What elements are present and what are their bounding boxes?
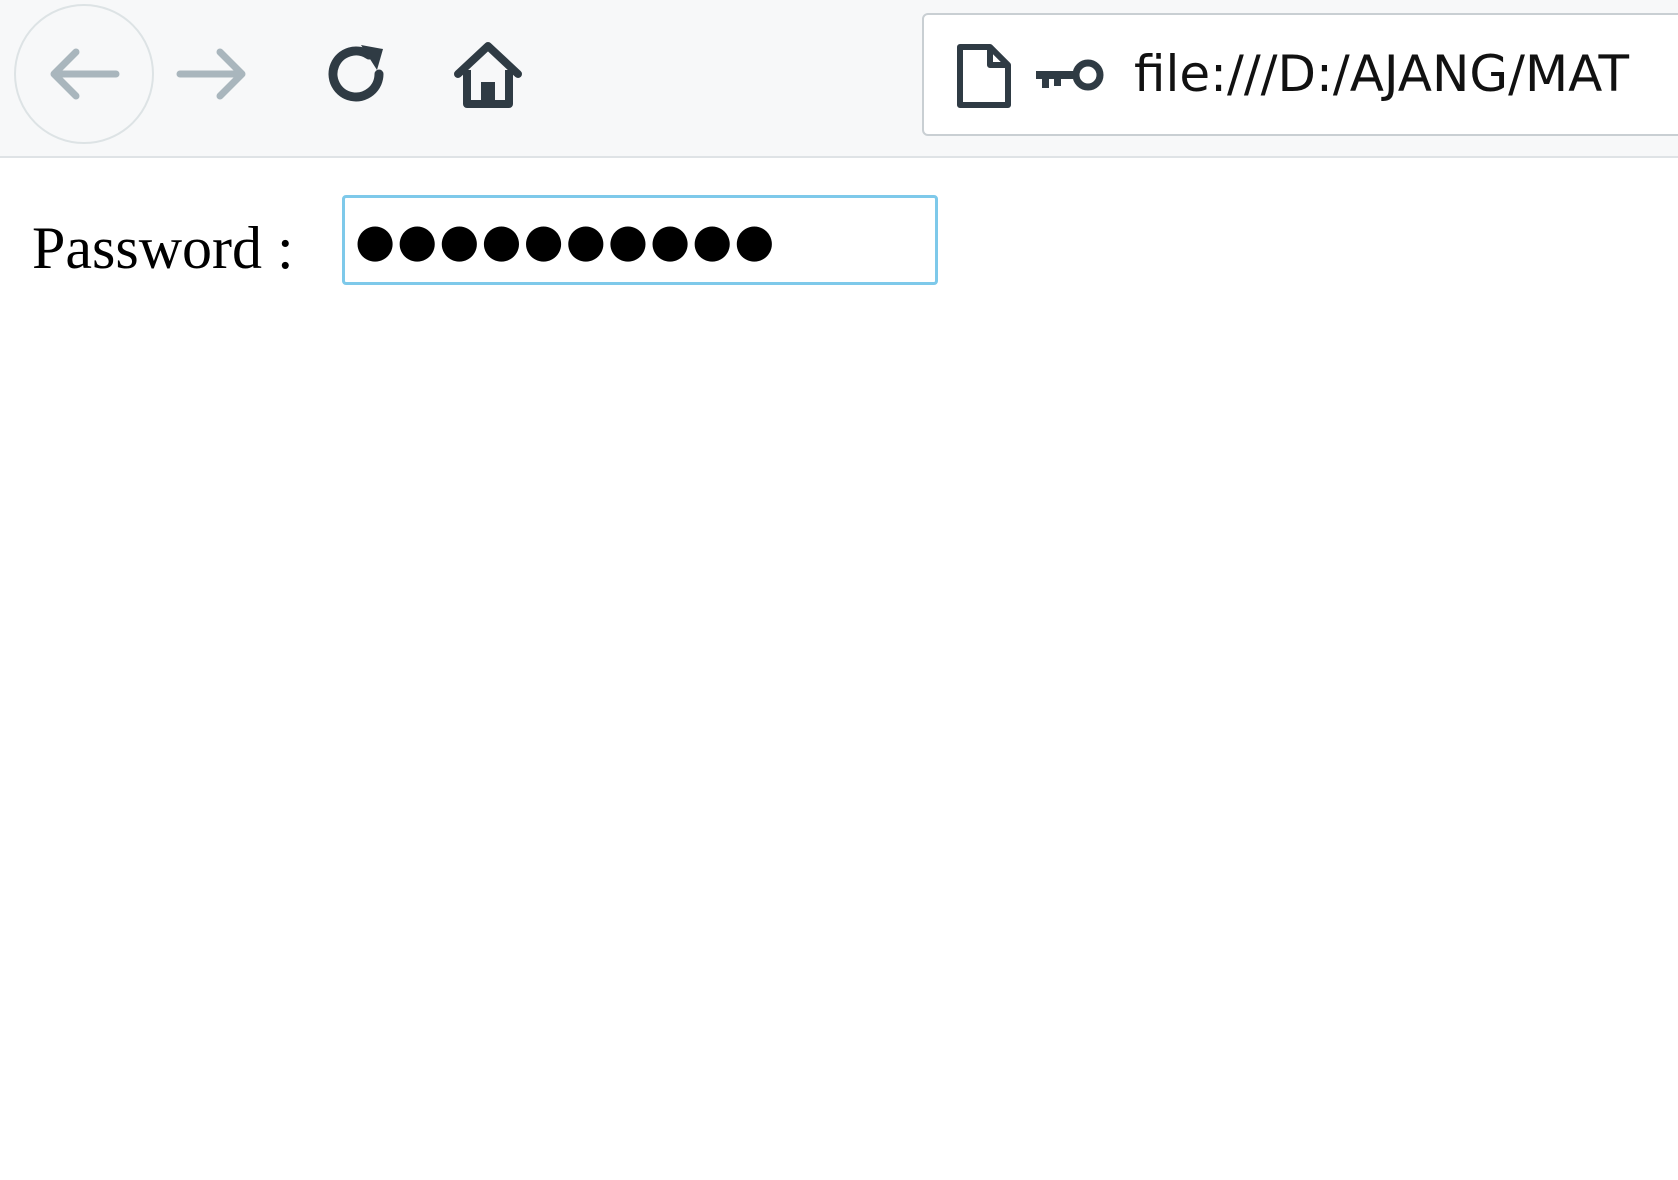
arrow-left-icon bbox=[50, 48, 120, 100]
key-icon bbox=[1036, 59, 1104, 91]
reload-button[interactable] bbox=[316, 34, 396, 114]
address-bar[interactable]: file:///D:/AJANG/MAT bbox=[922, 13, 1678, 136]
back-button[interactable] bbox=[14, 4, 154, 144]
arrow-right-icon bbox=[176, 48, 246, 100]
page-content: Password : ●●●●●●●●●● bbox=[0, 158, 1678, 1180]
password-label: Password : bbox=[32, 215, 294, 281]
url-text: file:///D:/AJANG/MAT bbox=[1134, 45, 1629, 103]
password-input[interactable]: ●●●●●●●●●● bbox=[342, 195, 938, 285]
page-icon bbox=[957, 44, 1011, 108]
reload-icon bbox=[328, 45, 384, 102]
home-button[interactable] bbox=[448, 34, 528, 114]
forward-button[interactable] bbox=[172, 34, 252, 114]
browser-toolbar: file:///D:/AJANG/MAT bbox=[0, 0, 1678, 158]
home-icon bbox=[454, 42, 522, 108]
